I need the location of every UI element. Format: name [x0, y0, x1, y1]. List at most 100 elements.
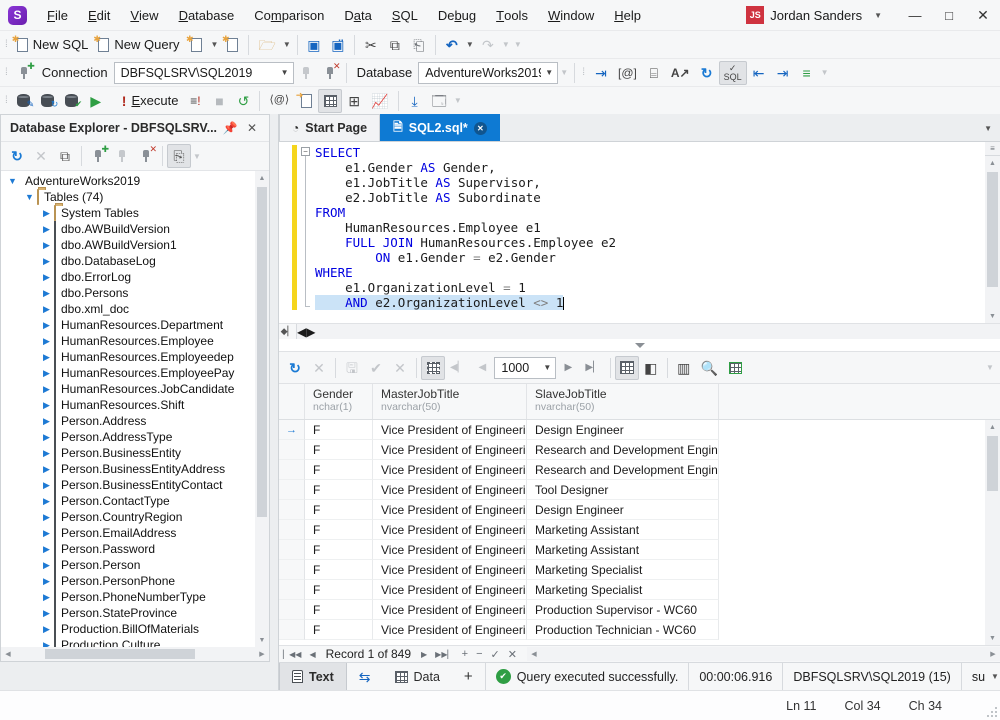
row-header[interactable] — [279, 460, 305, 480]
menu-help[interactable]: Help — [604, 0, 651, 30]
column-header-masterjobtitle[interactable]: MasterJobTitlenvarchar(50) — [373, 384, 527, 419]
results-cancel-button[interactable]: ✕ — [307, 356, 331, 380]
grid-cell[interactable]: F — [305, 440, 373, 460]
chevron-down-icon[interactable]: ▼ — [7, 176, 18, 186]
toolbar-grip[interactable]: ⁞ — [2, 67, 12, 78]
data-report-button[interactable]: 🗔 — [427, 89, 452, 113]
undo-button[interactable]: ↶ — [440, 33, 464, 57]
chevron-right-icon[interactable]: ▶ — [41, 544, 52, 555]
chevron-right-icon[interactable]: ▶ — [41, 240, 52, 251]
new-document-button[interactable]: ✱ — [184, 33, 208, 57]
explorer-disconnect-button[interactable]: ✕ — [134, 144, 158, 168]
tree-item[interactable]: ▶HumanResources.Department — [1, 317, 255, 333]
menu-sql[interactable]: SQL — [382, 0, 428, 30]
scroll-down-icon[interactable]: ▼ — [985, 631, 1000, 645]
tab-text[interactable]: Text — [279, 663, 347, 691]
toolbar-grip[interactable]: ⁞ — [579, 67, 589, 78]
tree-item[interactable]: ▶dbo.xml_doc — [1, 301, 255, 317]
chevron-right-icon[interactable]: ▶ — [41, 304, 52, 315]
grid-cell[interactable]: Tool Designer — [527, 480, 719, 500]
tree-item[interactable]: ▼Tables (74) — [1, 189, 255, 205]
generate-script-button[interactable]: ➜ — [294, 89, 318, 113]
chevron-right-icon[interactable]: ▶ — [41, 256, 52, 267]
chevron-right-icon[interactable]: ▶ — [41, 512, 52, 523]
code-line[interactable]: FULL JOIN HumanResources.Employee e2 — [279, 235, 984, 250]
grid-cell[interactable]: F — [305, 560, 373, 580]
tree-item[interactable]: ▶HumanResources.Employee — [1, 333, 255, 349]
code-line[interactable]: AND e2.OrganizationLevel <> 1 — [279, 295, 984, 310]
tree-item[interactable]: ▶dbo.DatabaseLog — [1, 253, 255, 269]
column-visibility-button[interactable]: ▥ — [672, 356, 696, 380]
close-button[interactable]: ✕ — [966, 0, 1000, 30]
toolbar-grip[interactable]: ⁞ — [2, 95, 12, 106]
cancel-edit-button[interactable]: ✕ — [504, 648, 521, 661]
grid-cell[interactable]: Production Supervisor - WC60 — [527, 600, 719, 620]
table-row[interactable]: FVice President of EngineeringDesign Eng… — [279, 500, 1000, 520]
maximize-button[interactable]: □ — [932, 0, 966, 30]
disconnect-button[interactable]: ✕ — [318, 61, 342, 85]
code-line[interactable]: e1.Gender AS Gender, — [279, 160, 984, 175]
refresh-code-button[interactable]: ↻ — [695, 61, 719, 85]
tree-item[interactable]: ▶dbo.AWBuildVersion — [1, 221, 255, 237]
results-splitter[interactable] — [279, 339, 1000, 351]
tree-item[interactable]: ▶Person.BusinessEntityAddress — [1, 461, 255, 477]
results-refresh-button[interactable]: ↻ — [283, 356, 307, 380]
swap-view-button[interactable]: ⇆ — [347, 663, 383, 691]
chevron-right-icon[interactable]: ▶ — [41, 480, 52, 491]
revert-changes-button[interactable]: ✕ — [388, 356, 412, 380]
tree-item[interactable]: ▶Production.BillOfMaterials — [1, 621, 255, 637]
table-row[interactable]: FVice President of EngineeringMarketing … — [279, 580, 1000, 600]
tree-item[interactable]: ▶Person.StateProvince — [1, 605, 255, 621]
tree-item[interactable]: ▶Person.CountryRegion — [1, 509, 255, 525]
menu-data[interactable]: Data — [334, 0, 381, 30]
results-overflow-dropdown[interactable]: ▼ — [984, 356, 996, 380]
grid-cell[interactable]: Production Technician - WC60 — [527, 620, 719, 640]
grid-vertical-scrollbar[interactable]: ▲ ▼ — [985, 420, 1000, 645]
execute-button[interactable]: ! Execute — [117, 89, 184, 113]
chevron-right-icon[interactable]: ▶ — [41, 624, 52, 635]
explorer-documents-view-button[interactable]: ⎘ — [167, 144, 191, 168]
row-header[interactable] — [279, 520, 305, 540]
undo-dropdown[interactable]: ▼ — [464, 33, 476, 57]
save-button[interactable]: ▣ — [302, 33, 326, 57]
edit-database-button[interactable]: ✎ — [12, 89, 36, 113]
close-panel-button[interactable]: ✕ — [241, 121, 263, 135]
explorer-delete-button[interactable]: ✕ — [29, 144, 53, 168]
tree-horizontal-scrollbar[interactable]: ◀ ▶ — [1, 647, 269, 661]
column-header-gender[interactable]: Gendernchar(1) — [305, 384, 373, 419]
chevron-right-icon[interactable]: ▶ — [41, 592, 52, 603]
tab-start-page[interactable]: ◔ Start Page — [279, 114, 380, 141]
paging-mode-button[interactable] — [421, 356, 445, 380]
find-in-results-button[interactable]: 🔍 — [696, 356, 723, 380]
explorer-duplicate-button[interactable]: ⧉ — [53, 144, 77, 168]
menu-tools[interactable]: Tools — [486, 0, 538, 30]
table-row[interactable]: FVice President of EngineeringMarketing … — [279, 560, 1000, 580]
chevron-right-icon[interactable]: ▶ — [41, 576, 52, 587]
database-history-dropdown[interactable]: ▼ — [558, 61, 570, 85]
chevron-right-icon[interactable]: ▶ — [41, 368, 52, 379]
sql-editor[interactable]: − SELECT e1.Gender AS Gender, e1.JobTitl… — [279, 141, 1000, 323]
chevron-right-icon[interactable]: ▶ — [41, 640, 52, 648]
menu-file[interactable]: File — [37, 0, 78, 30]
page-size-combo[interactable]: 1000▼ — [494, 357, 556, 379]
row-header[interactable] — [279, 560, 305, 580]
code-line[interactable]: FROM — [279, 205, 984, 220]
connect-button[interactable] — [294, 61, 318, 85]
scroll-left-icon[interactable]: ◀ — [527, 650, 541, 658]
last-record-button[interactable]: ▶▶▏ — [431, 650, 457, 659]
table-row[interactable]: →FVice President of EngineeringDesign En… — [279, 420, 1000, 440]
decrease-indent-button[interactable]: ⇤ — [747, 61, 771, 85]
next-page-button[interactable]: ▶ — [556, 356, 580, 380]
export-data-button[interactable]: ⤓ — [403, 89, 427, 113]
chevron-right-icon[interactable]: ▶ — [41, 272, 52, 283]
editor-vsplit-handle[interactable]: ◆▏ — [279, 324, 297, 340]
tree-item[interactable]: ▶Person.Person — [1, 557, 255, 573]
grid-view-button[interactable] — [615, 356, 639, 380]
code-line[interactable]: ON e1.Gender = e2.Gender — [279, 250, 984, 265]
increase-indent-button[interactable]: ⇥ — [771, 61, 795, 85]
toolbar-overflow-dropdown[interactable]: ▼ — [452, 89, 464, 113]
tab-data[interactable]: Data — [383, 663, 452, 691]
edit-parameters-button[interactable]: ⟨@⟩ — [264, 89, 294, 113]
word-wrap-button[interactable]: ⇥ — [589, 61, 613, 85]
execute-script-button[interactable]: ≡! — [183, 89, 207, 113]
